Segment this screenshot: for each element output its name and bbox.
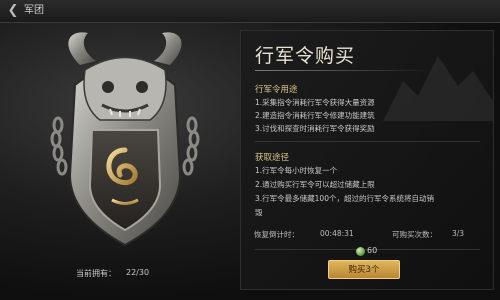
obtain-heading: 获取途径 — [255, 153, 290, 163]
section-divider — [255, 141, 480, 142]
mountain-backdrop-icon — [383, 56, 493, 121]
back-arrow-icon[interactable]: ❮ — [4, 2, 22, 20]
panel-title: 行军令购买 — [255, 45, 356, 67]
recover-label: 恢复倒计时： — [254, 230, 299, 239]
buy-button[interactable]: 购买3个 — [328, 260, 400, 279]
jade-currency-icon — [356, 247, 365, 256]
buyable-label: 可购买次数： — [392, 230, 437, 239]
usage-line: 2.建造指令消耗行军令修建功能建筑 — [255, 111, 375, 120]
war-token-emblem-icon — [50, 32, 200, 247]
usage-line: 1.采集指令消耗行军令获得大量资源 — [255, 98, 375, 107]
obtain-line: 1.行军令每小时恢复一个 — [255, 166, 338, 175]
obtain-line: 2.通过购买行军令可以超过储藏上限 — [255, 180, 375, 189]
held-label: 当前拥有： — [76, 269, 116, 278]
token-purchase-screen: ❮ 军团 当前拥有： 22/30 行军令购买 行军令用途 1.采集指令消耗行军令… — [0, 0, 500, 300]
top-bar-title: 军团 — [24, 5, 44, 16]
usage-line: 3.讨伐和探查时消耗行军令获得奖励 — [255, 124, 375, 133]
recover-timer: 00:48:31 — [320, 229, 354, 238]
obtain-line: 毁 — [255, 208, 263, 217]
cost-value: 60 — [367, 246, 378, 255]
buyable-count: 3/3 — [452, 229, 465, 238]
obtain-line: 3.行军令最多储藏100个，超过的行军令系统将自动销 — [255, 194, 434, 203]
held-count: 22/30 — [126, 268, 150, 277]
title-divider — [255, 70, 433, 71]
usage-heading: 行军令用途 — [255, 85, 298, 95]
top-bar: ❮ 军团 — [0, 0, 500, 23]
